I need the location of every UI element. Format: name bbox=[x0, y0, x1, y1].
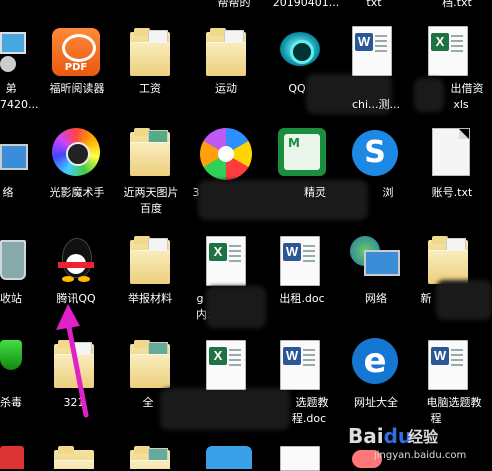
blur-mask bbox=[160, 388, 290, 430]
label-xuanti-2: 程.doc bbox=[291, 412, 327, 425]
excel-file-icon[interactable]: X bbox=[206, 236, 246, 286]
blur-mask bbox=[414, 78, 444, 112]
label-excel-1: 出借资 bbox=[450, 82, 484, 95]
network-icon[interactable] bbox=[0, 140, 28, 176]
qq-music-icon[interactable] bbox=[276, 26, 324, 70]
label-xuanti-1: 选题教 bbox=[295, 396, 329, 409]
folder-icon[interactable] bbox=[130, 340, 170, 388]
excel-letter: X bbox=[209, 243, 227, 261]
label-recycle-partial: 收站 bbox=[0, 292, 22, 305]
label-wangzhi: 网址大全 bbox=[354, 396, 398, 409]
pdf-text: PDF bbox=[64, 62, 88, 73]
label-pdf-reader: 福昕阅读器 bbox=[49, 82, 105, 95]
excel-file-icon[interactable]: X bbox=[206, 340, 246, 390]
browser-icon[interactable] bbox=[200, 128, 252, 180]
folder-icon[interactable] bbox=[130, 28, 170, 76]
sogou-browser-icon[interactable]: S bbox=[352, 130, 398, 176]
label-gongzi: 工资 bbox=[139, 82, 161, 95]
label-diannao-2: 程 bbox=[430, 412, 442, 425]
qq-penguin-icon[interactable] bbox=[56, 238, 96, 286]
computer-icon[interactable] bbox=[0, 28, 26, 72]
folder-icon[interactable] bbox=[54, 446, 94, 469]
word-letter: W bbox=[355, 33, 373, 51]
label-top-4: 档.txt bbox=[442, 0, 472, 9]
label-network: 网络 bbox=[365, 292, 387, 305]
word-doc-icon[interactable]: W bbox=[428, 340, 468, 390]
label-jingling: 精灵 bbox=[304, 186, 326, 199]
excel-letter: X bbox=[209, 347, 227, 365]
label-shadu-partial: 杀毒 bbox=[0, 396, 22, 409]
watermark-jingyan: 经验 bbox=[408, 428, 439, 446]
label-top-3: txt bbox=[366, 0, 382, 9]
folder-icon[interactable] bbox=[206, 28, 246, 76]
lens-icon[interactable] bbox=[52, 128, 100, 176]
ie-browser-icon[interactable]: e bbox=[352, 338, 398, 384]
label-xin-partial: 新 bbox=[420, 292, 432, 305]
blur-mask bbox=[436, 280, 492, 320]
label-computer-1: 弟 bbox=[5, 82, 17, 95]
watermark-bai: Bai bbox=[348, 424, 384, 448]
m-app-icon[interactable]: M bbox=[278, 128, 326, 176]
folder-icon[interactable] bbox=[130, 128, 170, 176]
iflytek-icon[interactable] bbox=[206, 446, 252, 469]
annotation-arrow bbox=[56, 304, 89, 418]
word-doc-icon[interactable]: W bbox=[280, 236, 320, 286]
m-letter: M bbox=[288, 136, 300, 150]
recycle-bin-icon[interactable] bbox=[0, 236, 26, 280]
word-letter: W bbox=[283, 243, 301, 261]
label-guangying: 光影魔术手 bbox=[49, 186, 105, 199]
excel-file-icon[interactable] bbox=[280, 446, 320, 471]
label-yundong: 运动 bbox=[215, 82, 237, 95]
label-excel-2: xls bbox=[453, 98, 469, 111]
red-app-icon[interactable] bbox=[0, 446, 24, 469]
network-globe-icon[interactable] bbox=[350, 236, 400, 282]
word-letter: W bbox=[431, 347, 449, 365]
folder-icon[interactable] bbox=[130, 446, 170, 469]
folder-icon[interactable] bbox=[428, 236, 468, 284]
label-excel-g-1: g bbox=[196, 292, 204, 305]
label-network-partial: 络 bbox=[2, 186, 14, 199]
label-diannao-1: 电脑选题教 bbox=[426, 396, 482, 409]
label-jubao: 举报材料 bbox=[128, 292, 172, 305]
pdf-reader-icon[interactable]: PDF bbox=[52, 28, 100, 76]
label-word-doc-1: chi...测... bbox=[351, 98, 401, 111]
folder-icon[interactable] bbox=[130, 236, 170, 284]
txt-file-icon[interactable] bbox=[432, 128, 470, 176]
excel-letter: X bbox=[431, 33, 449, 51]
label-jin-tupian-1: 近两天图片 bbox=[123, 186, 179, 199]
watermark-url: jingyan.baidu.com bbox=[374, 450, 467, 461]
word-doc-icon[interactable]: W bbox=[280, 340, 320, 390]
label-jin-tupian-2: 百度 bbox=[140, 202, 162, 215]
label-liulan-partial: 浏 bbox=[382, 186, 394, 199]
label-computer-2: 7420... bbox=[0, 98, 39, 111]
antivirus-shield-icon[interactable] bbox=[0, 340, 24, 376]
label-zhanghao: 账号.txt bbox=[431, 186, 473, 199]
excel-file-icon[interactable]: X bbox=[428, 26, 468, 76]
word-letter: W bbox=[283, 347, 301, 365]
watermark-brand: Baidu bbox=[348, 424, 413, 448]
label-top-1: 帮帮的 bbox=[217, 0, 251, 9]
label-top-2: 20190401... bbox=[272, 0, 340, 9]
word-doc-icon[interactable]: W bbox=[352, 26, 392, 76]
label-quan-partial: 全 bbox=[142, 396, 154, 409]
blur-mask bbox=[206, 286, 266, 328]
label-chuzu: 出租.doc bbox=[279, 292, 325, 305]
blur-mask bbox=[198, 180, 368, 220]
